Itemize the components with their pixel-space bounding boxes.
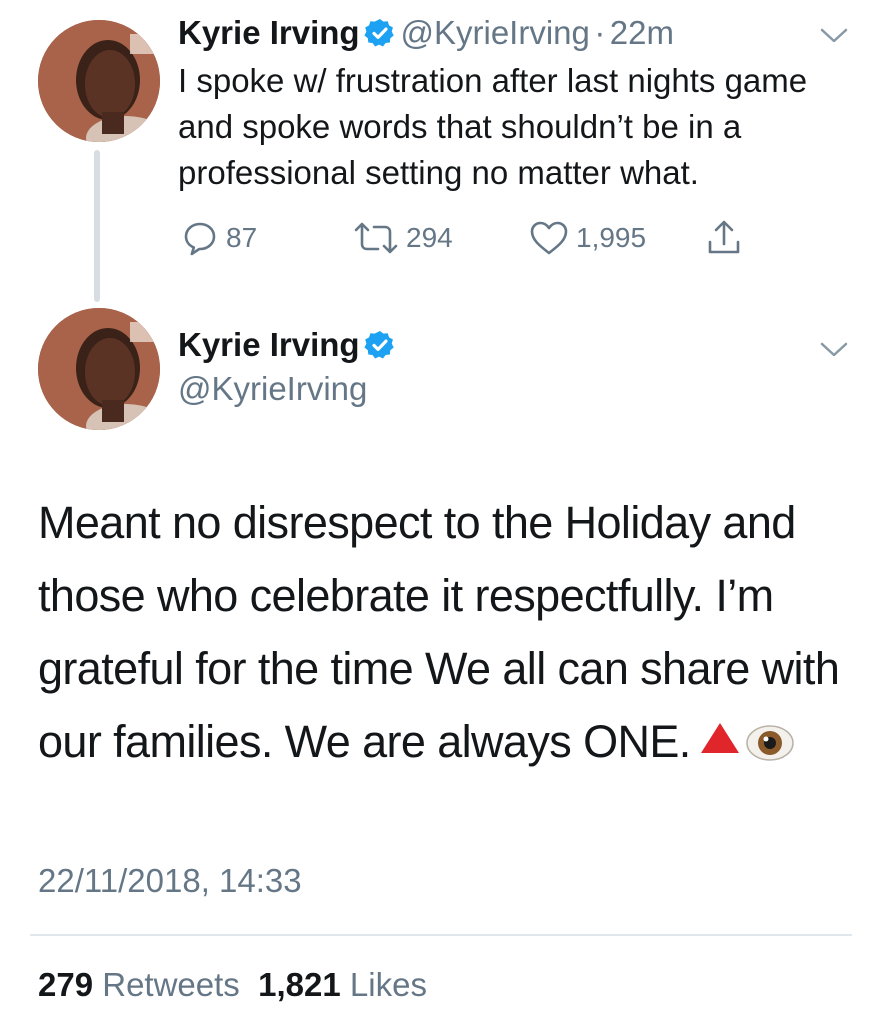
handle[interactable]: @KyrieIrving: [400, 14, 589, 51]
tweet-timestamp[interactable]: 22/11/2018, 14:33: [38, 862, 302, 900]
engagement-stats: 279 Retweets 1,821 Likes: [38, 966, 427, 1004]
like-total: 1,821: [258, 966, 341, 1003]
avatar[interactable]: [38, 308, 160, 430]
tweet-text: I spoke w/ frustration after last nights…: [178, 62, 808, 191]
reply-button[interactable]: 87: [180, 218, 257, 258]
chevron-down-icon[interactable]: [820, 342, 848, 358]
main-tweet-name-row: Kyrie Irving: [178, 326, 396, 364]
reply-icon: [184, 222, 216, 256]
share-icon: [708, 220, 740, 254]
retweet-button[interactable]: 294: [352, 218, 453, 258]
profile-photo: [38, 308, 160, 430]
avatar[interactable]: [38, 20, 160, 142]
time-ago[interactable]: 22m: [610, 14, 674, 51]
reply-count: 87: [226, 222, 258, 253]
retweet-count: 294: [406, 222, 453, 253]
profile-photo: [38, 20, 160, 142]
tweet-header: Kyrie Irving @KyrieIrving · 22m: [178, 14, 674, 52]
verified-badge-icon: [364, 331, 394, 359]
heart-icon: [530, 221, 568, 255]
separator-dot: ·: [594, 14, 606, 51]
retweet-icon: [354, 222, 398, 254]
chevron-down-icon[interactable]: [820, 28, 848, 44]
retweets-label: Retweets: [102, 966, 240, 1003]
like-count: 1,995: [576, 222, 647, 253]
share-button[interactable]: [704, 218, 750, 258]
eye-emoji: [745, 725, 794, 761]
thread-connector-line: [94, 150, 100, 302]
retweet-total: 279: [38, 966, 94, 1003]
display-name[interactable]: Kyrie Irving: [178, 326, 360, 363]
handle[interactable]: @KyrieIrving: [178, 370, 367, 408]
main-tweet-body: Meant no disrespect to the Holiday and t…: [38, 486, 858, 778]
display-name[interactable]: Kyrie Irving: [178, 14, 360, 51]
likes-stat[interactable]: 1,821 Likes: [258, 966, 427, 1003]
retweets-stat[interactable]: 279 Retweets: [38, 966, 240, 1003]
divider: [30, 934, 852, 936]
red-triangle-emoji: [700, 723, 739, 753]
like-button[interactable]: 1,995: [528, 218, 646, 258]
likes-label: Likes: [349, 966, 427, 1003]
verified-badge-icon: [364, 19, 394, 47]
